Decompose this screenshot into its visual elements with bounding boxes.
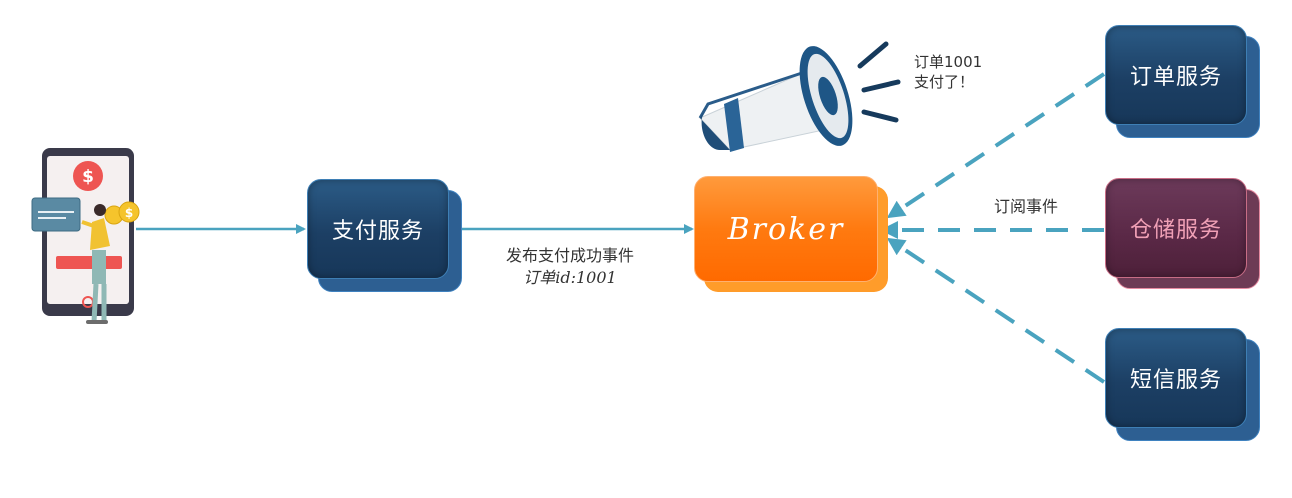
payment-service-label: 支付服务	[331, 219, 424, 244]
storage-service-label: 仓储服务	[1129, 218, 1222, 243]
announcement-line2: 支付了！	[914, 73, 975, 91]
phone-screen-bar	[56, 256, 122, 269]
storage-service-node: 仓储服务	[1105, 178, 1247, 278]
publish-event-label: 发布支付成功事件 订单id:1001	[470, 245, 670, 289]
dashed-arrow-sms-to-broker	[886, 237, 1106, 384]
order-service-label: 订单服务	[1129, 65, 1222, 90]
payment-service-node: 支付服务	[307, 179, 449, 279]
order-service-node: 订单服务	[1105, 25, 1247, 125]
subscribe-event-label: 订阅事件	[994, 197, 1059, 216]
credit-card-icon	[31, 197, 81, 232]
person-pants	[92, 250, 106, 284]
sms-service-node: 短信服务	[1105, 328, 1247, 428]
announcement-line1: 订单1001	[914, 53, 983, 71]
svg-text:$: $	[125, 206, 133, 220]
sms-service-label: 短信服务	[1129, 368, 1222, 393]
person-head	[94, 204, 106, 216]
publish-event-line2: 订单id:1001	[523, 268, 617, 287]
svg-text:$: $	[82, 167, 94, 187]
megaphone-icon	[698, 41, 901, 152]
publish-event-line1: 发布支付成功事件	[505, 246, 634, 265]
dashed-arrow-order-to-broker	[886, 72, 1106, 219]
architecture-diagram: $ $ 支付服务 Broker 订单服务 仓储服务 短信服务 发布支付成功事件 …	[0, 0, 1292, 498]
broker-node: Broker	[694, 176, 878, 282]
phone-payment-illustration: $ $	[31, 148, 140, 324]
announcement-text: 订单1001 支付了！	[914, 52, 982, 92]
broker-label: Broker	[727, 211, 845, 247]
